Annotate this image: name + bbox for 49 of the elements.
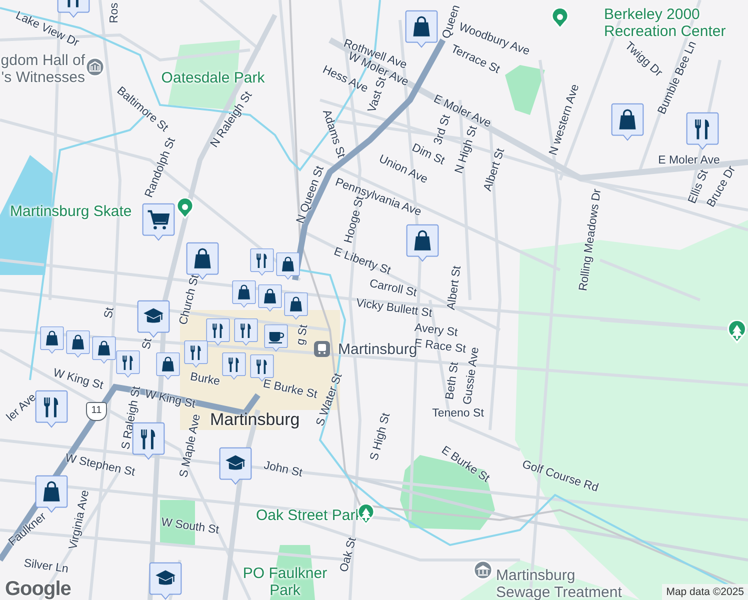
street-label: 3rd St xyxy=(432,113,453,147)
place-label: gdom Hall of 's Witnesses xyxy=(0,52,85,86)
street-label: Church St xyxy=(178,274,202,326)
street-label: St xyxy=(102,306,118,320)
street-label: Silver Ln xyxy=(22,557,70,577)
place-label: Martinsburg Sewage Treatment xyxy=(496,567,622,600)
place-pin-icon[interactable] xyxy=(550,8,570,29)
street-label: Albert St xyxy=(482,147,508,193)
street-label: Burke xyxy=(189,371,221,389)
street-label: Avery St xyxy=(414,322,458,340)
street-label: Teneno St xyxy=(432,408,484,420)
street-label: Vicky Bullett St xyxy=(355,297,433,321)
street-label: W South St xyxy=(160,516,220,538)
place-pin-icon[interactable] xyxy=(175,198,195,219)
street-label: Beth St xyxy=(444,361,462,401)
street-label: Adams St xyxy=(319,108,347,160)
street-label: S High St xyxy=(368,412,394,462)
street-label: W King St xyxy=(144,388,196,412)
street-label: Albert St xyxy=(446,265,464,311)
street-label: Carroll St xyxy=(368,278,418,300)
street-label: W Stephen St xyxy=(64,452,136,480)
google-logo: Google xyxy=(5,578,71,600)
street-label: Virginia Ave xyxy=(67,489,93,551)
street-label: S Maple Ave xyxy=(178,413,204,479)
street-label: E Moler Ave xyxy=(658,154,720,168)
street-label: Rolling Meadows Dr xyxy=(577,188,605,292)
street-label: John St xyxy=(262,460,304,480)
place-label: Oatesdale Park xyxy=(161,70,265,86)
building-pin-icon[interactable] xyxy=(85,57,105,78)
street-label: N western Ave xyxy=(547,82,583,158)
street-label: Oak St xyxy=(338,536,360,574)
map-attribution: Map data ©2025 xyxy=(662,584,748,600)
street-label: N High St xyxy=(453,124,480,176)
street-label: W King St xyxy=(52,367,104,393)
tree-pin-icon[interactable] xyxy=(726,320,748,344)
street-label: N Queen St xyxy=(294,164,328,226)
place-label: Berkeley 2000 Recreation Center xyxy=(604,6,726,40)
street-label: Ros xyxy=(108,2,122,24)
street-label: Vast St xyxy=(366,76,389,114)
street-label: Golf Course Rd xyxy=(520,458,600,496)
train-icon[interactable] xyxy=(312,339,332,360)
city-label: Martinsburg xyxy=(210,410,300,430)
street-label: St xyxy=(140,338,156,350)
street-label: E Burke St xyxy=(262,378,318,402)
street-label: g St xyxy=(294,324,312,346)
route-shield: 11 xyxy=(86,402,107,421)
street-label: S Raleigh St xyxy=(120,385,144,451)
street-label: Lake View Dr xyxy=(13,10,81,50)
street-label: ler Ave xyxy=(4,391,40,425)
